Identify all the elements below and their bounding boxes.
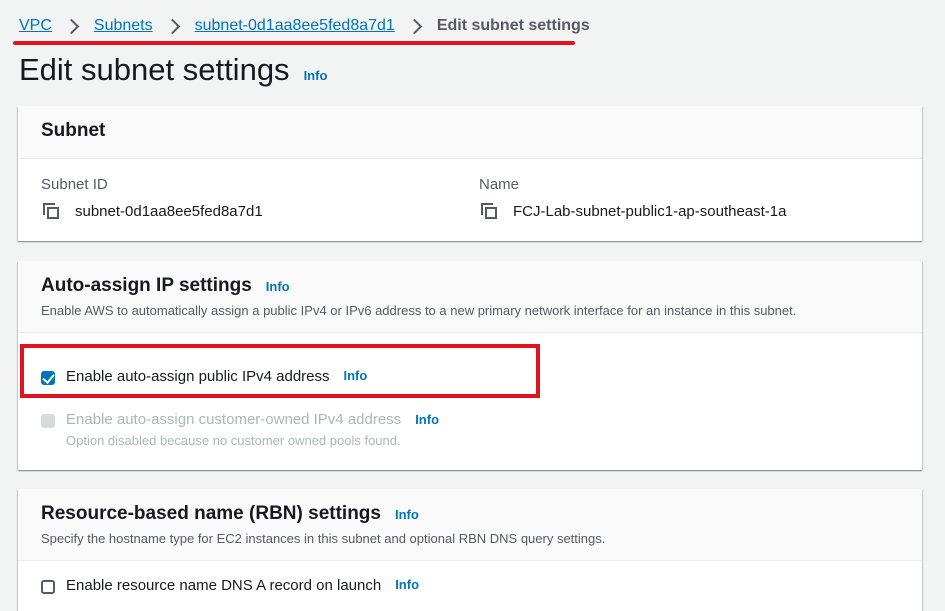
breadcrumb-current: Edit subnet settings	[436, 17, 590, 34]
auto-assign-ip-description: Enable AWS to automatically assign a pub…	[41, 303, 797, 318]
auto-assign-customer-ipv4-checkbox	[41, 414, 55, 428]
chevron-right-icon	[63, 18, 80, 34]
subnet-panel: Subnet Subnet ID subnet-0d1aa8ee5fed8a7d…	[18, 106, 922, 241]
subnet-id-value: subnet-0d1aa8ee5fed8a7d1	[75, 202, 263, 220]
rbn-panel-title: Resource-based name (RBN) settings	[41, 503, 381, 524]
subnet-id-field: Subnet ID subnet-0d1aa8ee5fed8a7d1	[41, 176, 263, 221]
subnet-panel-title: Subnet	[41, 120, 106, 141]
auto-assign-ip-panel-title: Auto-assign IP settings	[41, 275, 252, 296]
rbn-dns-a-record-info-link[interactable]: Info	[395, 577, 419, 592]
page-info-link[interactable]: Info	[304, 68, 328, 83]
auto-assign-customer-ipv4-label: Enable auto-assign customer-owned IPv4 a…	[66, 411, 402, 428]
auto-assign-ip-panel-header: Auto-assign IP settings Info Enable AWS …	[18, 261, 922, 333]
breadcrumb-vpc-link[interactable]: VPC	[19, 17, 52, 35]
subnet-panel-header: Subnet	[18, 106, 922, 159]
breadcrumb-subnets-link[interactable]: Subnets	[94, 17, 153, 35]
auto-assign-ip-info-link[interactable]: Info	[266, 279, 290, 294]
subnet-name-label: Name	[479, 176, 520, 193]
auto-assign-customer-ipv4-info-link[interactable]: Info	[415, 412, 439, 427]
rbn-dns-a-record-checkbox[interactable]	[41, 580, 55, 594]
rbn-info-link[interactable]: Info	[395, 507, 419, 522]
subnet-id-label: Subnet ID	[41, 176, 108, 193]
breadcrumb-subnet-id-link[interactable]: subnet-0d1aa8ee5fed8a7d1	[195, 17, 395, 35]
rbn-description: Specify the hostname type for EC2 instan…	[41, 531, 606, 546]
rbn-settings-panel: Resource-based name (RBN) settings Info …	[18, 489, 922, 611]
subnet-name-field: Name FCJ-Lab-subnet-public1-ap-southeast…	[479, 176, 786, 221]
copy-icon[interactable]	[479, 201, 499, 221]
copy-icon[interactable]	[41, 201, 61, 221]
page-title: Edit subnet settings	[19, 52, 290, 87]
subnet-name-value: FCJ-Lab-subnet-public1-ap-southeast-1a	[513, 202, 787, 220]
auto-assign-customer-ipv4-note: Option disabled because no customer owne…	[66, 433, 401, 448]
annotation-highlight-box	[20, 344, 540, 398]
annotation-underline	[13, 41, 575, 45]
auto-assign-customer-ipv4-option: Enable auto-assign customer-owned IPv4 a…	[41, 411, 439, 448]
breadcrumb: VPC Subnets subnet-0d1aa8ee5fed8a7d1 Edi…	[19, 14, 590, 38]
chevron-right-icon	[164, 18, 180, 34]
rbn-panel-header: Resource-based name (RBN) settings Info …	[18, 489, 922, 561]
chevron-right-icon	[406, 18, 423, 34]
rbn-dns-a-record-label[interactable]: Enable resource name DNS A record on lau…	[66, 577, 381, 594]
rbn-dns-a-record-option[interactable]: Enable resource name DNS A record on lau…	[41, 577, 419, 594]
page-header: Edit subnet settings Info	[19, 52, 327, 88]
